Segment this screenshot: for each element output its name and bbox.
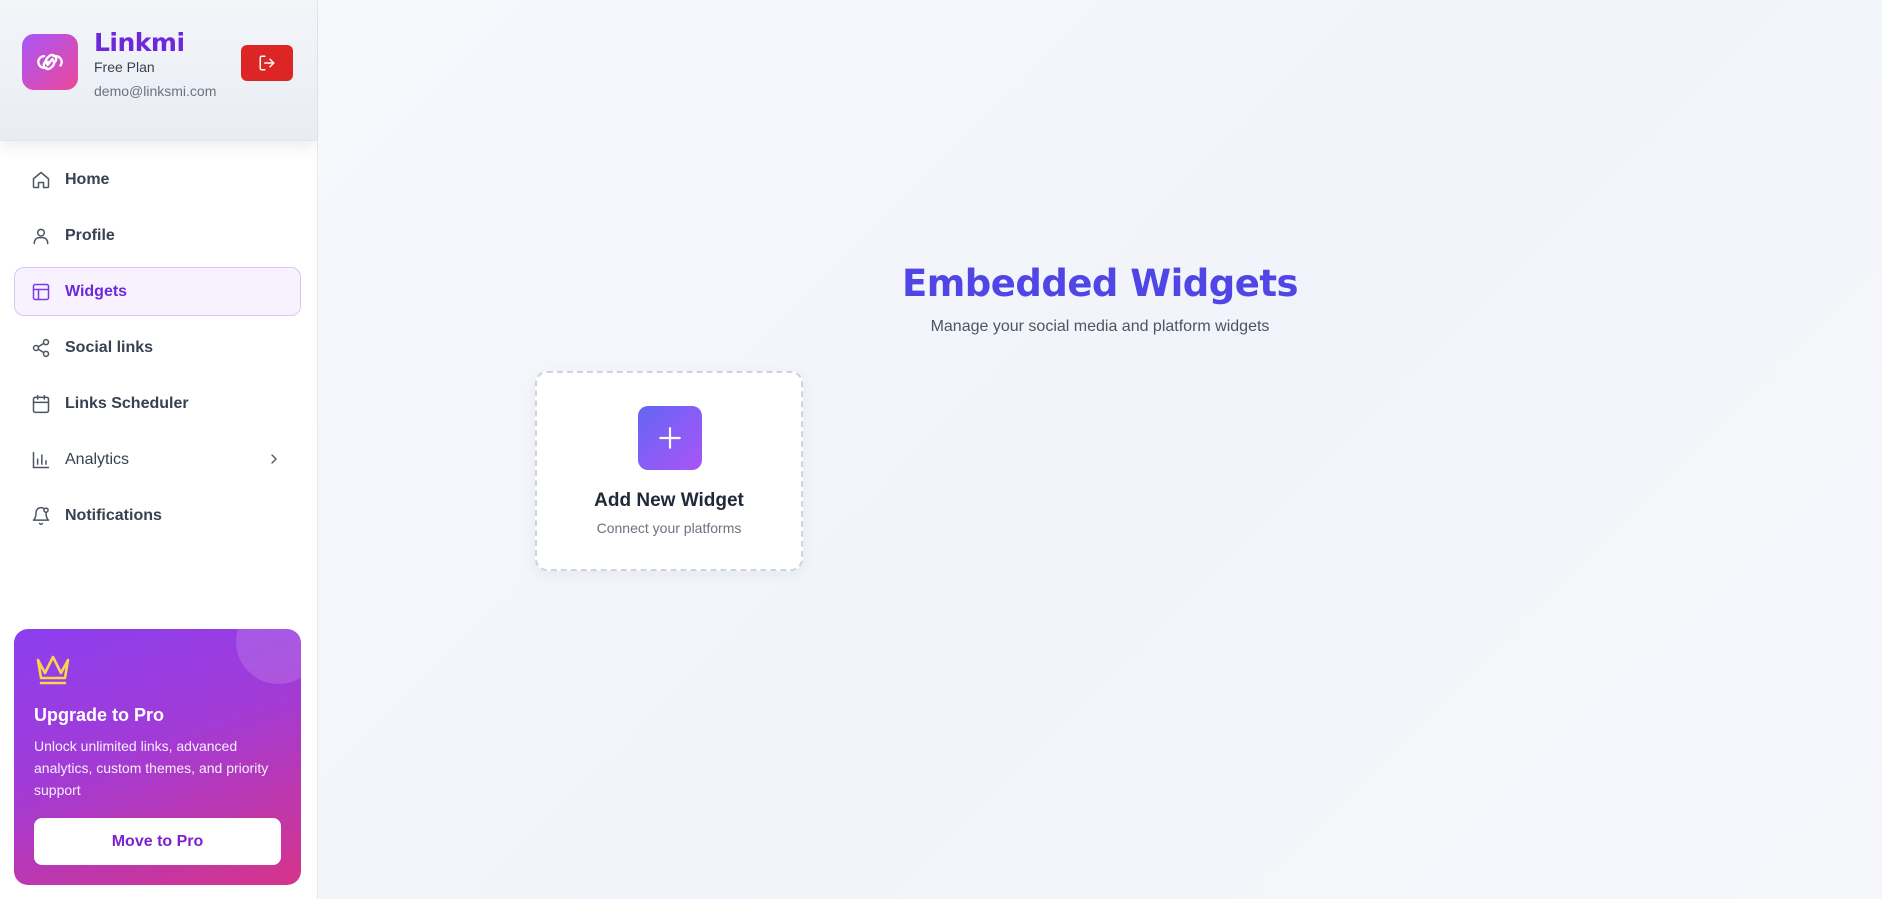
sidebar-item-social-links[interactable]: Social links — [14, 323, 301, 372]
page-subtitle: Manage your social media and platform wi… — [930, 318, 1270, 335]
brand-name: Linkmi — [94, 28, 185, 57]
logout-icon — [259, 55, 275, 71]
upgrade-description: Unlock unlimited links, advanced analyti… — [34, 738, 269, 798]
decorative-circle — [236, 629, 301, 684]
sidebar-item-label: Home — [65, 170, 110, 188]
user-icon — [31, 226, 51, 246]
plus-icon — [638, 406, 702, 470]
upgrade-title: Upgrade to Pro — [34, 705, 165, 725]
sidebar-nav: Home Profile Widgets Social links Links … — [14, 155, 301, 547]
sidebar-item-links-scheduler[interactable]: Links Scheduler — [14, 379, 301, 428]
brand-header: Linkmi Free Plan demo@linksmi.com — [0, 0, 317, 141]
page-title: Embedded Widgets — [901, 262, 1299, 305]
calendar-icon — [31, 394, 51, 414]
sidebar-item-label: Notifications — [65, 506, 162, 524]
main-content: Embedded Widgets Manage your social medi… — [318, 0, 1882, 899]
crown-icon — [34, 651, 72, 692]
link-icon — [22, 34, 78, 90]
user-email: demo@linksmi.com — [94, 83, 217, 99]
sidebar: Linkmi Free Plan demo@linksmi.com Home P… — [0, 0, 318, 899]
sidebar-item-profile[interactable]: Profile — [14, 211, 301, 260]
layout-icon — [31, 282, 51, 302]
upgrade-card: Upgrade to Pro Unlock unlimited links, a… — [14, 629, 301, 885]
bell-icon — [31, 506, 51, 526]
plan-label: Free Plan — [94, 59, 155, 75]
bar-chart-icon — [31, 450, 51, 470]
sidebar-item-label: Analytics — [65, 450, 130, 468]
home-icon — [31, 170, 51, 190]
sidebar-item-label: Links Scheduler — [65, 394, 189, 412]
sidebar-item-label: Social links — [65, 338, 154, 356]
add-widget-title: Add New Widget — [594, 490, 744, 511]
sidebar-item-label: Profile — [65, 226, 115, 244]
add-widget-subtitle: Connect your platforms — [596, 520, 742, 536]
app: Linkmi Free Plan demo@linksmi.com Home P… — [0, 0, 1882, 899]
sidebar-item-analytics[interactable]: Analytics — [14, 435, 301, 484]
sidebar-item-label: Widgets — [65, 282, 128, 300]
share-icon — [31, 338, 51, 358]
chevron-right-icon[interactable] — [266, 451, 282, 467]
move-to-pro-button[interactable]: Move to Pro — [34, 818, 281, 865]
sidebar-item-home[interactable]: Home — [14, 155, 301, 204]
sidebar-item-widgets[interactable]: Widgets — [14, 267, 301, 316]
logout-button[interactable] — [241, 45, 293, 81]
add-widget-card[interactable]: Add New Widget Connect your platforms — [535, 371, 803, 571]
sidebar-item-notifications[interactable]: Notifications — [14, 491, 301, 540]
